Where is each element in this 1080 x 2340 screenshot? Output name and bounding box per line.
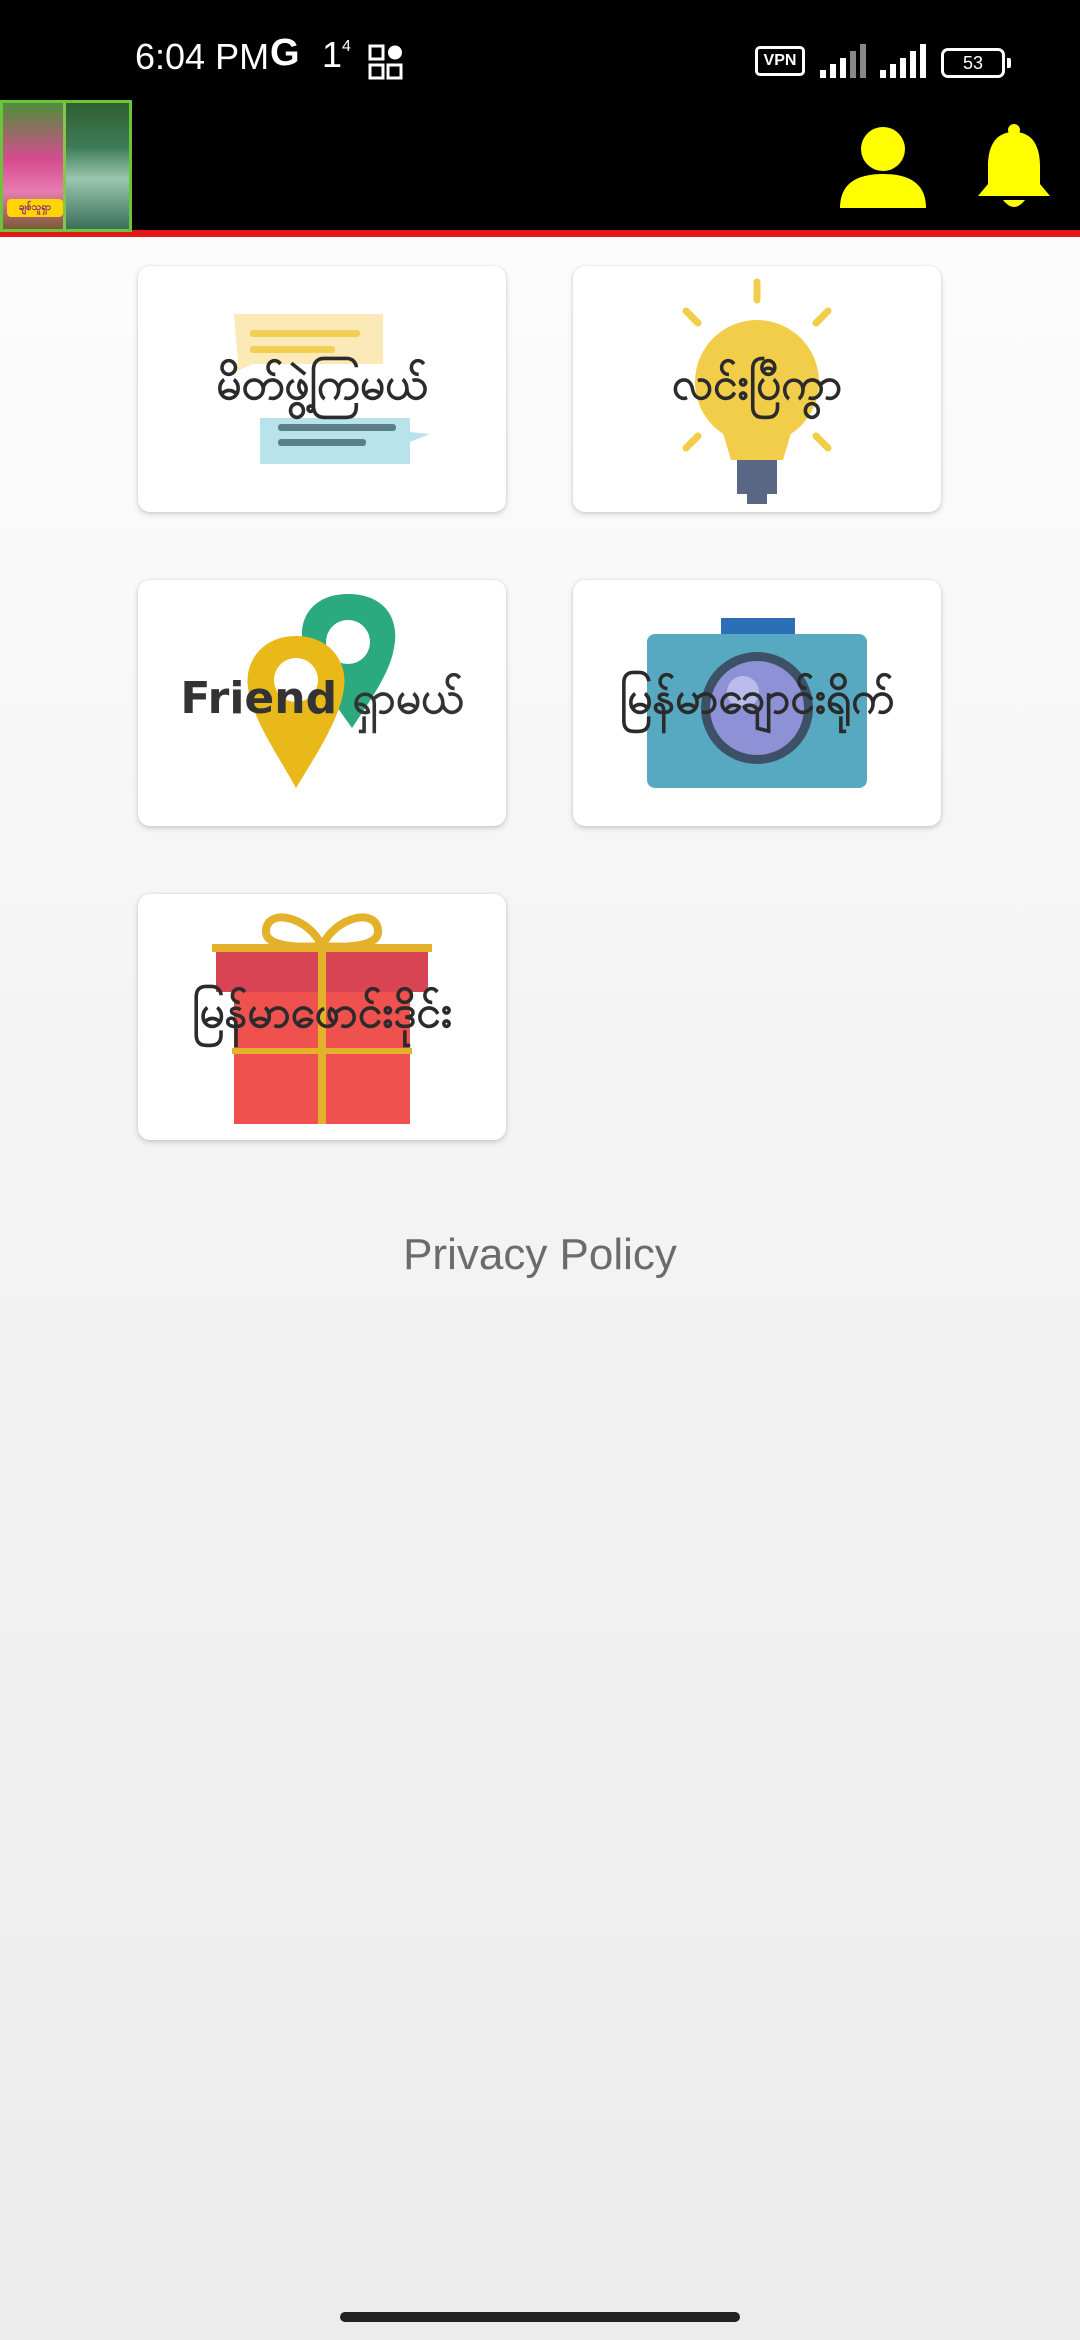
apps-icon: [368, 44, 403, 80]
google-icon: G: [270, 32, 300, 74]
menu-card-label: လင်းပြီကွာ: [671, 359, 843, 410]
menu-card-myanmar-gift[interactable]: မြန်မာဖောင်းဒိုင်း: [138, 894, 506, 1140]
home-indicator[interactable]: [340, 2312, 740, 2322]
logo-photo: [66, 103, 129, 229]
vpn-icon: VPN: [755, 46, 805, 76]
menu-card-myanmar-camera[interactable]: မြန်မာချောင်းရိုက်: [573, 580, 941, 826]
menu-card-label: မြန်မာဖောင်းဒိုင်း: [192, 987, 452, 1038]
privacy-policy-link[interactable]: Privacy Policy: [0, 1230, 1080, 1280]
signal-icon: [880, 44, 926, 78]
battery-icon: 53: [941, 48, 1011, 78]
menu-card-label: မြန်မာချောင်းရိုက်: [619, 673, 895, 724]
logo-caption: ချစ်သူရှာ: [7, 199, 63, 217]
app-bar: ချစ်သူရှာ: [0, 100, 1080, 237]
status-time: 6:04 PM: [135, 36, 270, 77]
menu-card-label: မိတ်ဖွဲ့ကြမယ်: [216, 359, 428, 410]
signal-icon: [820, 44, 866, 78]
menu-card-lights-on[interactable]: လင်းပြီကွာ: [573, 266, 941, 512]
status-bar: 6:04 PM G 14 VPN 53: [0, 0, 1080, 100]
profile-icon[interactable]: [838, 122, 928, 212]
notification-count-value: 1: [322, 34, 343, 75]
menu-card-make-friends[interactable]: မိတ်ဖွဲ့ကြမယ်: [138, 266, 506, 512]
bell-icon[interactable]: [975, 122, 1053, 212]
notification-count: 14: [322, 34, 351, 76]
menu-card-label: Friend ရှာမယ်: [180, 673, 464, 724]
notification-count-sup: 4: [342, 38, 351, 55]
menu-card-find-friend[interactable]: Friend ရှာမယ်: [138, 580, 506, 826]
app-logo[interactable]: ချစ်သူရှာ: [0, 100, 132, 232]
